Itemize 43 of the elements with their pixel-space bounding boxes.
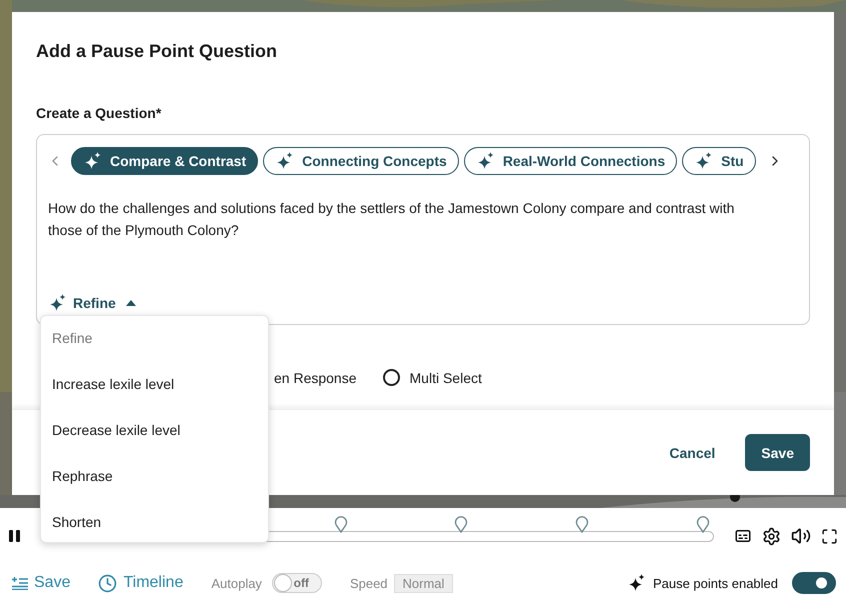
prompt-chip[interactable]: Real-World Connections <box>464 147 678 175</box>
speed-label: Speed <box>350 576 388 590</box>
pause-points-toggle[interactable] <box>792 572 836 594</box>
menu-item[interactable]: Increase lexile level <box>41 374 268 394</box>
prompt-chip[interactable]: Connecting Concepts <box>263 147 459 175</box>
autoplay-label: Autoplay <box>211 576 262 590</box>
field-label: Create a Question* <box>36 104 162 122</box>
menu-header: Refine <box>51 329 94 348</box>
radio-label[interactable]: en Response <box>274 370 357 386</box>
captions-icon[interactable] <box>734 527 752 545</box>
radio-button[interactable] <box>382 369 400 386</box>
prompt-chip[interactable]: Compare & Contrast <box>71 147 258 175</box>
autoplay-toggle[interactable]: off <box>272 573 322 593</box>
fullscreen-icon[interactable] <box>821 528 838 544</box>
radio-label[interactable]: Multi Select <box>410 370 482 386</box>
refine-button[interactable]: Refine <box>47 294 136 312</box>
pause-point-marker[interactable] <box>334 515 348 533</box>
sparkle-icon <box>628 574 646 592</box>
dialog-title: Add a Pause Point Question <box>36 40 278 62</box>
cancel-button[interactable]: Cancel <box>663 444 722 462</box>
caret-icon <box>126 300 136 306</box>
save-link[interactable]: Save <box>12 574 70 592</box>
pause-point-marker[interactable] <box>696 515 710 533</box>
sparkle-icon <box>476 152 495 170</box>
menu-item[interactable]: Rephrase <box>41 466 268 486</box>
list-plus-icon <box>12 576 28 590</box>
sparkle-icon <box>695 152 714 170</box>
sparkle-icon <box>84 152 102 170</box>
pause-points-label: Pause points enabled <box>652 576 778 590</box>
pause-point-marker[interactable] <box>454 515 468 533</box>
sparkle-icon <box>49 294 67 312</box>
save-button[interactable]: Save <box>745 434 810 471</box>
menu-item[interactable]: Decrease lexile level <box>41 420 268 440</box>
pause-point-marker[interactable] <box>575 515 589 533</box>
volume-icon[interactable] <box>791 526 811 546</box>
prompt-chip[interactable]: Stu <box>682 147 756 175</box>
clock-icon <box>98 574 118 592</box>
sparkle-icon <box>276 152 294 170</box>
timeline-link[interactable]: Timeline <box>98 574 184 592</box>
settings-icon[interactable] <box>762 526 781 546</box>
menu-item[interactable]: Shorten <box>41 512 268 532</box>
pause-icon[interactable] <box>8 529 22 543</box>
question-text[interactable]: How do the challenges and solutions faced by the settlers of the Jamestown Colony compare and contrast with those of the Plymouth Colony? <box>47 197 747 241</box>
